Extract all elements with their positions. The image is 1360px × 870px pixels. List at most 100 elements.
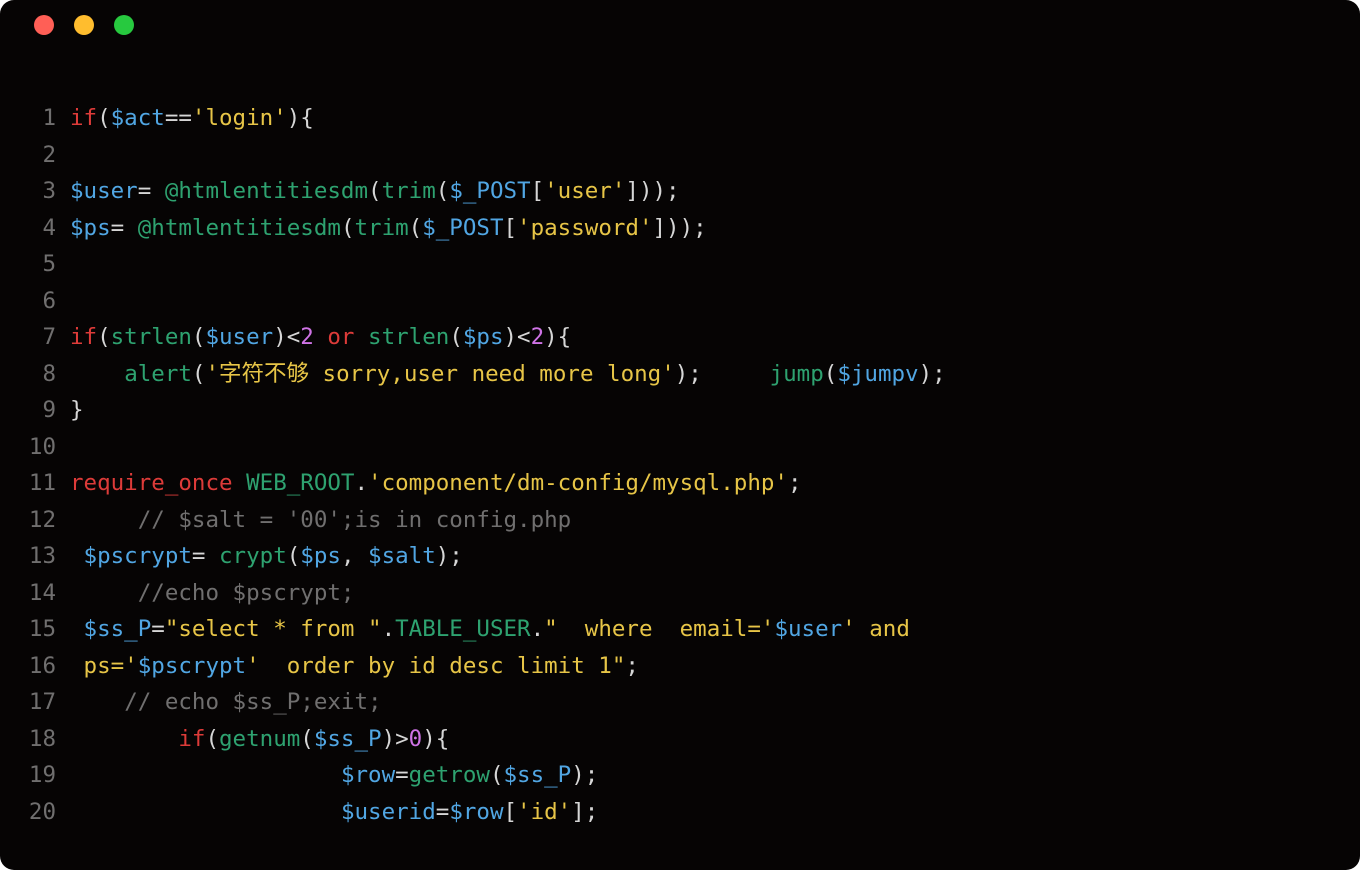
token-punct: ( bbox=[824, 361, 838, 387]
token-punct: = bbox=[111, 215, 138, 241]
token-punct: ( bbox=[287, 543, 301, 569]
line-content: if($act=='login'){ bbox=[70, 100, 314, 137]
token-func: getnum bbox=[219, 726, 300, 752]
window-titlebar bbox=[0, 0, 1360, 50]
line-number: 12 bbox=[18, 502, 70, 539]
token-var: $pscrypt bbox=[138, 653, 246, 679]
token-str: ps=' bbox=[84, 653, 138, 679]
token-punct: = bbox=[436, 799, 450, 825]
token-func: jump bbox=[770, 361, 824, 387]
token-plain bbox=[354, 324, 368, 350]
token-at: @htmlentitiesdm bbox=[165, 178, 368, 204]
token-punct: ( bbox=[368, 178, 382, 204]
maximize-icon[interactable] bbox=[114, 15, 134, 35]
line-number: 7 bbox=[18, 319, 70, 356]
token-punct: ); bbox=[571, 762, 598, 788]
code-line: 7if(strlen($user)<2 or strlen($ps)<2){ bbox=[18, 319, 1330, 356]
token-punct: ( bbox=[192, 324, 206, 350]
line-content: $row=getrow($ss_P); bbox=[70, 757, 598, 794]
line-number: 11 bbox=[18, 465, 70, 502]
line-number: 4 bbox=[18, 210, 70, 247]
terminal-window: 1if($act=='login'){23$user= @htmlentitie… bbox=[0, 0, 1360, 870]
token-plain bbox=[70, 762, 341, 788]
code-line: 13 $pscrypt= crypt($ps, $salt); bbox=[18, 538, 1330, 575]
line-content: // echo $ss_P;exit; bbox=[70, 684, 382, 721]
token-punct: ])); bbox=[653, 215, 707, 241]
token-str: " where email=' bbox=[544, 616, 774, 642]
close-icon[interactable] bbox=[34, 15, 54, 35]
token-punct: ); bbox=[919, 361, 946, 387]
token-punct: ( bbox=[449, 324, 463, 350]
line-number: 8 bbox=[18, 356, 70, 393]
code-line: 16 ps='$pscrypt' order by id desc limit … bbox=[18, 648, 1330, 685]
token-kw: if bbox=[178, 726, 205, 752]
code-line: 12 // $salt = '00';is in config.php bbox=[18, 502, 1330, 539]
token-var: $_POST bbox=[422, 215, 503, 241]
token-plain bbox=[70, 799, 341, 825]
token-plain bbox=[70, 689, 124, 715]
minimize-icon[interactable] bbox=[74, 15, 94, 35]
token-plain bbox=[233, 470, 247, 496]
token-str: 'password' bbox=[517, 215, 652, 241]
code-editor[interactable]: 1if($act=='login'){23$user= @htmlentitie… bbox=[0, 50, 1360, 830]
token-var: $userid bbox=[341, 799, 436, 825]
line-number: 9 bbox=[18, 392, 70, 429]
code-line: 17 // echo $ss_P;exit; bbox=[18, 684, 1330, 721]
code-line: 8 alert ( '字符不够 sorry,user need more long'… bbox=[18, 356, 1330, 393]
token-const: TABLE_USER bbox=[395, 616, 530, 642]
line-content: $user= @htmlentitiesdm(trim($_POST['user… bbox=[70, 173, 680, 210]
token-var: $row bbox=[449, 799, 503, 825]
line-content: $ss_P="select * from ".TABLE_USER." wher… bbox=[70, 611, 923, 648]
token-str: '字符不够 sorry,user need more long' bbox=[205, 361, 674, 387]
token-var: $ps bbox=[300, 543, 341, 569]
token-punct: = bbox=[192, 543, 219, 569]
token-punct: ( bbox=[97, 324, 111, 350]
code-line: 1if($act=='login'){ bbox=[18, 100, 1330, 137]
line-number: 2 bbox=[18, 137, 70, 174]
token-func: strlen bbox=[368, 324, 449, 350]
token-kw: require_once bbox=[70, 470, 233, 496]
line-number: 10 bbox=[18, 429, 70, 466]
code-line: 3$user= @htmlentitiesdm(trim($_POST['use… bbox=[18, 173, 1330, 210]
line-content: ps='$pscrypt' order by id desc limit 1"; bbox=[70, 648, 639, 685]
token-plain bbox=[70, 361, 124, 387]
token-var: $ss_P bbox=[314, 726, 382, 752]
token-punct: ; bbox=[625, 653, 639, 679]
token-plain bbox=[70, 653, 84, 679]
token-str: 'id' bbox=[517, 799, 571, 825]
token-punct: } bbox=[70, 397, 84, 423]
token-num: 2 bbox=[531, 324, 545, 350]
token-var: $user bbox=[774, 616, 842, 642]
token-cmt: //echo $pscrypt; bbox=[138, 580, 355, 606]
line-number: 13 bbox=[18, 538, 70, 575]
token-cmt: // echo $ss_P;exit; bbox=[124, 689, 381, 715]
token-punct: = bbox=[151, 616, 165, 642]
line-number: 16 bbox=[18, 648, 70, 685]
token-punct: , bbox=[341, 543, 368, 569]
token-punct: ( bbox=[490, 762, 504, 788]
token-at: @htmlentitiesdm bbox=[138, 215, 341, 241]
token-punct: ); bbox=[436, 543, 463, 569]
line-number: 5 bbox=[18, 246, 70, 283]
token-kw: if bbox=[70, 324, 97, 350]
token-plain bbox=[70, 507, 138, 533]
token-cmt: // $salt = '00';is in config.php bbox=[138, 507, 571, 533]
token-punct: )> bbox=[382, 726, 409, 752]
code-line: 9} bbox=[18, 392, 1330, 429]
line-number: 17 bbox=[18, 684, 70, 721]
token-str: 'login' bbox=[192, 105, 287, 131]
token-punct: ){ bbox=[422, 726, 449, 752]
code-line: 19 $row=getrow($ss_P); bbox=[18, 757, 1330, 794]
line-number: 14 bbox=[18, 575, 70, 612]
code-line: 6 bbox=[18, 283, 1330, 320]
token-plain bbox=[70, 726, 178, 752]
token-punct: ( bbox=[409, 215, 423, 241]
token-var: $ps bbox=[70, 215, 111, 241]
token-func: alert bbox=[124, 361, 192, 387]
line-content: // $salt = '00';is in config.php bbox=[70, 502, 571, 539]
line-number: 1 bbox=[18, 100, 70, 137]
token-var: $ss_P bbox=[504, 762, 572, 788]
line-content: } bbox=[70, 392, 84, 429]
token-str: 'user' bbox=[544, 178, 625, 204]
token-punct: ( bbox=[436, 178, 450, 204]
